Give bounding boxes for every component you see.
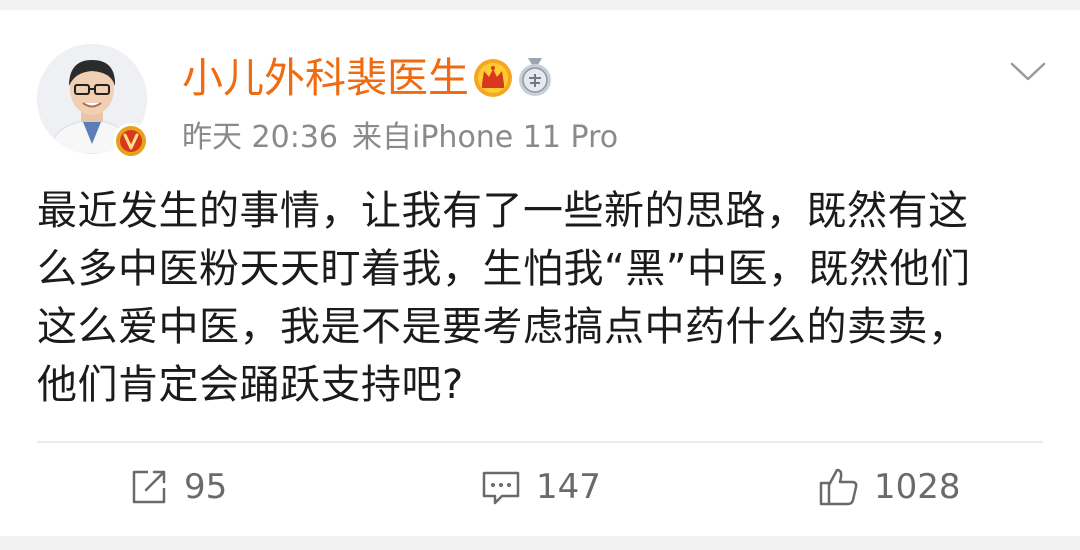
top-separator — [0, 0, 1080, 10]
divider — [37, 441, 1043, 443]
repost-count: 95 — [184, 467, 228, 507]
like-icon — [819, 468, 858, 506]
like-count: 1028 — [874, 467, 961, 507]
repost-icon — [132, 470, 166, 504]
post-text-line: 他们肯定会踊跃支持吧? — [37, 362, 464, 408]
bottom-separator — [0, 536, 1080, 550]
author-name[interactable]: 小儿外科裴医生 — [182, 52, 469, 104]
post-source[interactable]: 来自iPhone 11 Pro — [352, 120, 618, 155]
chevron-down-icon[interactable] — [1008, 60, 1048, 84]
comment-button[interactable]: 147 — [480, 462, 601, 512]
post-text-line: 这么爱中医，我是不是要考虑搞点中药什么的卖卖， — [37, 304, 969, 350]
post-text: 最近发生的事情，让我有了一些新的思路，既然有这 么多中医粉天天盯着我，生怕我“黑… — [37, 182, 1037, 414]
repost-button[interactable]: 95 — [128, 462, 227, 512]
post-text-line: 最近发生的事情，让我有了一些新的思路，既然有这 — [37, 188, 969, 234]
post-meta: 昨天 20:36 来自iPhone 11 Pro — [182, 118, 618, 158]
comment-count: 147 — [536, 467, 601, 507]
post-text-line: 么多中医粉天天盯着我，生怕我“黑”中医，既然他们 — [37, 246, 971, 292]
medal-icon[interactable] — [516, 56, 554, 98]
like-button[interactable]: 1028 — [818, 462, 961, 512]
comment-icon — [482, 471, 520, 505]
post-time: 昨天 20:36 — [182, 120, 338, 155]
crown-icon[interactable] — [473, 58, 513, 98]
verified-v-badge-icon — [113, 123, 149, 159]
